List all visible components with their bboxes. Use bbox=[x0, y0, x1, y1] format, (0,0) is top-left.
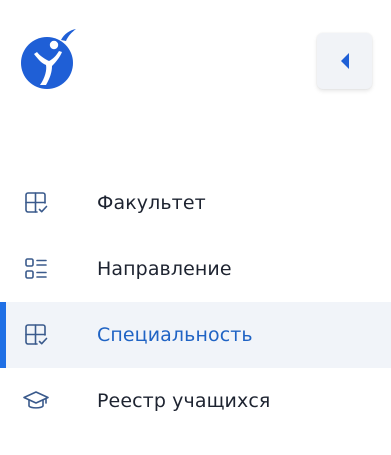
sidebar-menu: Факультет Направление Специальность Реес… bbox=[0, 170, 391, 434]
list-icon bbox=[22, 255, 50, 283]
sidebar-item-label: Факультет bbox=[97, 192, 206, 214]
sidebar-item-direction[interactable]: Направление bbox=[0, 236, 391, 302]
collapse-sidebar-button[interactable] bbox=[317, 33, 372, 89]
grid-check-icon bbox=[22, 321, 50, 349]
sidebar-item-label: Направление bbox=[97, 258, 232, 280]
sidebar-item-student-registry[interactable]: Реестр учащихся bbox=[0, 368, 391, 434]
sidebar: Факультет Направление Специальность Реес… bbox=[0, 0, 391, 455]
sidebar-item-label: Реестр учащихся bbox=[97, 390, 271, 412]
sidebar-item-specialty[interactable]: Специальность bbox=[0, 302, 391, 368]
runner-logo-icon[interactable] bbox=[20, 28, 78, 90]
graduation-cap-icon bbox=[22, 387, 50, 415]
grid-check-icon bbox=[22, 189, 50, 217]
sidebar-item-label: Специальность bbox=[97, 324, 253, 346]
chevron-left-icon bbox=[340, 53, 349, 69]
sidebar-item-faculty[interactable]: Факультет bbox=[0, 170, 391, 236]
